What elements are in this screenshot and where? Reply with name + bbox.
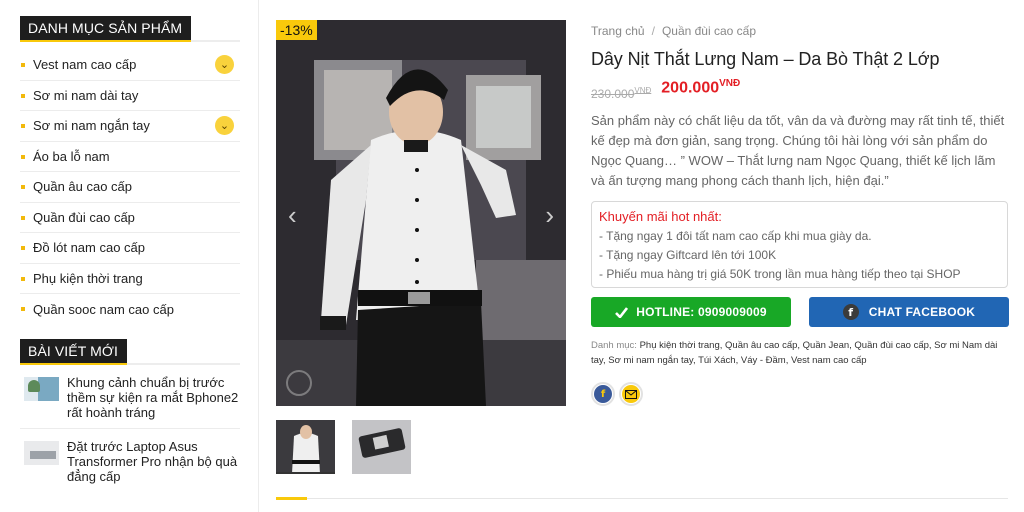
sidebar-divider [258, 0, 259, 512]
old-price-unit: VNĐ [634, 86, 652, 95]
product-info: Trang chủ / Quần đùi cao cấp Dây Nịt Thắt … [591, 24, 1011, 406]
old-price: 230.000VNĐ [591, 86, 651, 101]
chevron-left-icon[interactable]: ‹ [288, 200, 297, 231]
cta-buttons: HOTLINE: 0909009009 f CHAT FACEBOOK [591, 297, 1011, 327]
post-item[interactable]: Đặt trước Laptop Asus Transformer Pro nh… [20, 429, 240, 492]
sidebar-item-long-sleeve-shirt[interactable]: Sơ mi nam dài tay [20, 81, 240, 111]
sale-price-unit: VNĐ [719, 78, 741, 89]
sidebar: DANH MỤC SẢN PHẨM Vest nam cao cấp ⌄ Sơ … [20, 16, 240, 492]
post-thumbnail[interactable] [24, 376, 59, 401]
gallery-thumbnail[interactable] [352, 420, 411, 474]
sidebar-item-label: Quần âu cao cấp [33, 179, 133, 195]
heading-accent-bar [20, 40, 191, 42]
thumbnail-photo [276, 420, 335, 472]
categories-label: Danh mục: [591, 340, 637, 351]
sale-price-value: 200.000 [661, 79, 720, 97]
sidebar-item-label: Vest nam cao cấp [33, 57, 137, 73]
chevron-down-icon[interactable]: ⌄ [215, 55, 234, 74]
sidebar-item-label: Quần đùi cao cấp [33, 209, 135, 225]
sidebar-item-label: Phụ kiện thời trang [33, 270, 143, 286]
promotion-line: - Tặng ngay 1 đôi tất nam cao cấp khi mu… [599, 229, 872, 243]
post-title[interactable]: Đặt trước Laptop Asus Transformer Pro nh… [67, 439, 240, 484]
old-price-value: 230.000 [591, 87, 635, 101]
sidebar-item-sooc-shorts[interactable]: Quần sooc nam cao cấp [20, 294, 240, 325]
active-tab-indicator [276, 497, 307, 500]
breadcrumb: Trang chủ / Quần đùi cao cấp [591, 24, 1011, 38]
hotline-button[interactable]: HOTLINE: 0909009009 [591, 297, 791, 327]
sidebar-item-accessories[interactable]: Phụ kiện thời trang [20, 264, 240, 294]
envelope-icon [622, 385, 640, 403]
share-facebook-button[interactable]: f [591, 382, 615, 406]
breadcrumb-home[interactable]: Trang chủ [591, 24, 645, 38]
heading-accent-bar [20, 362, 127, 365]
product-image-gallery[interactable]: -13% ‹ › [276, 20, 566, 406]
chevron-down-icon[interactable]: ⌄ [215, 116, 234, 135]
sidebar-item-label: Sơ mi nam dài tay [33, 87, 139, 103]
categories-heading: DANH MỤC SẢN PHẨM [20, 16, 192, 41]
chat-facebook-button[interactable]: f CHAT FACEBOOK [809, 297, 1009, 327]
promotion-title: Khuyến mãi hot nhất: [599, 209, 722, 224]
product-title: Dây Nịt Thắt Lưng Nam – Da Bò Thật 2 Lớp [591, 49, 940, 69]
sidebar-item-label: Quần sooc nam cao cấp [33, 301, 174, 317]
sidebar-item-trousers[interactable]: Quần âu cao cấp [20, 172, 240, 203]
tabs-divider [276, 498, 1008, 499]
facebook-label: CHAT FACEBOOK [868, 305, 976, 319]
sidebar-item-shorts[interactable]: Quần đùi cao cấp [20, 203, 240, 233]
posts-heading-wrap: BÀI VIẾT MỚI [20, 338, 240, 365]
breadcrumb-category[interactable]: Quần đùi cao cấp [662, 24, 756, 38]
gallery-thumbnail[interactable] [276, 420, 335, 474]
sale-price: 200.000VNĐ [661, 78, 740, 97]
gallery-thumbnails [276, 420, 411, 474]
product-photo [276, 20, 566, 406]
price-row: 230.000VNĐ 200.000VNĐ [591, 78, 1011, 101]
check-icon [615, 306, 629, 318]
facebook-icon: f [842, 304, 859, 320]
sidebar-item-short-sleeve-shirt[interactable]: Sơ mi nam ngắn tay ⌄ [20, 111, 240, 142]
posts-heading: BÀI VIẾT MỚI [20, 338, 127, 364]
promotion-box: Khuyến mãi hot nhất: - Tặng ngay 1 đôi t… [591, 201, 1008, 288]
share-buttons: f [591, 382, 1011, 406]
product-description: Sản phẩm này có chất liệu da tốt, vân da… [591, 113, 1005, 188]
category-list: Vest nam cao cấp ⌄ Sơ mi nam dài tay Sơ … [20, 50, 240, 325]
hotline-label: HOTLINE: 0909009009 [636, 305, 767, 319]
promotion-line: - Phiếu mua hàng trị giá 50K trong lần m… [599, 267, 961, 281]
post-item[interactable]: Khung cảnh chuẩn bị trước thềm sự kiện r… [20, 365, 240, 429]
share-email-button[interactable] [619, 382, 643, 406]
sidebar-item-vest[interactable]: Vest nam cao cấp ⌄ [20, 50, 240, 81]
categories-links[interactable]: Phụ kiện thời trang, Quần âu cao cấp, Qu… [591, 340, 997, 366]
sidebar-item-label: Áo ba lỗ nam [33, 148, 110, 164]
zoom-icon[interactable] [286, 370, 312, 396]
breadcrumb-separator: / [651, 24, 655, 38]
post-title[interactable]: Khung cảnh chuẩn bị trước thềm sự kiện r… [67, 375, 240, 420]
sale-badge: -13% [276, 20, 317, 40]
sidebar-item-label: Đồ lót nam cao cấp [33, 240, 146, 256]
promotion-line: - Tặng ngay Giftcard lên tới 100K [599, 248, 777, 262]
sidebar-item-tank-top[interactable]: Áo ba lỗ nam [20, 142, 240, 172]
chevron-right-icon[interactable]: › [545, 200, 554, 231]
sidebar-item-underwear[interactable]: Đồ lót nam cao cấp [20, 233, 240, 264]
product-categories: Danh mục: Phụ kiện thời trang, Quần âu c… [591, 338, 1003, 368]
post-thumbnail[interactable] [24, 440, 59, 465]
facebook-icon: f [594, 385, 612, 403]
thumbnail-photo [352, 420, 411, 474]
categories-heading-wrap: DANH MỤC SẢN PHẨM [20, 16, 240, 42]
sidebar-item-label: Sơ mi nam ngắn tay [33, 118, 150, 134]
